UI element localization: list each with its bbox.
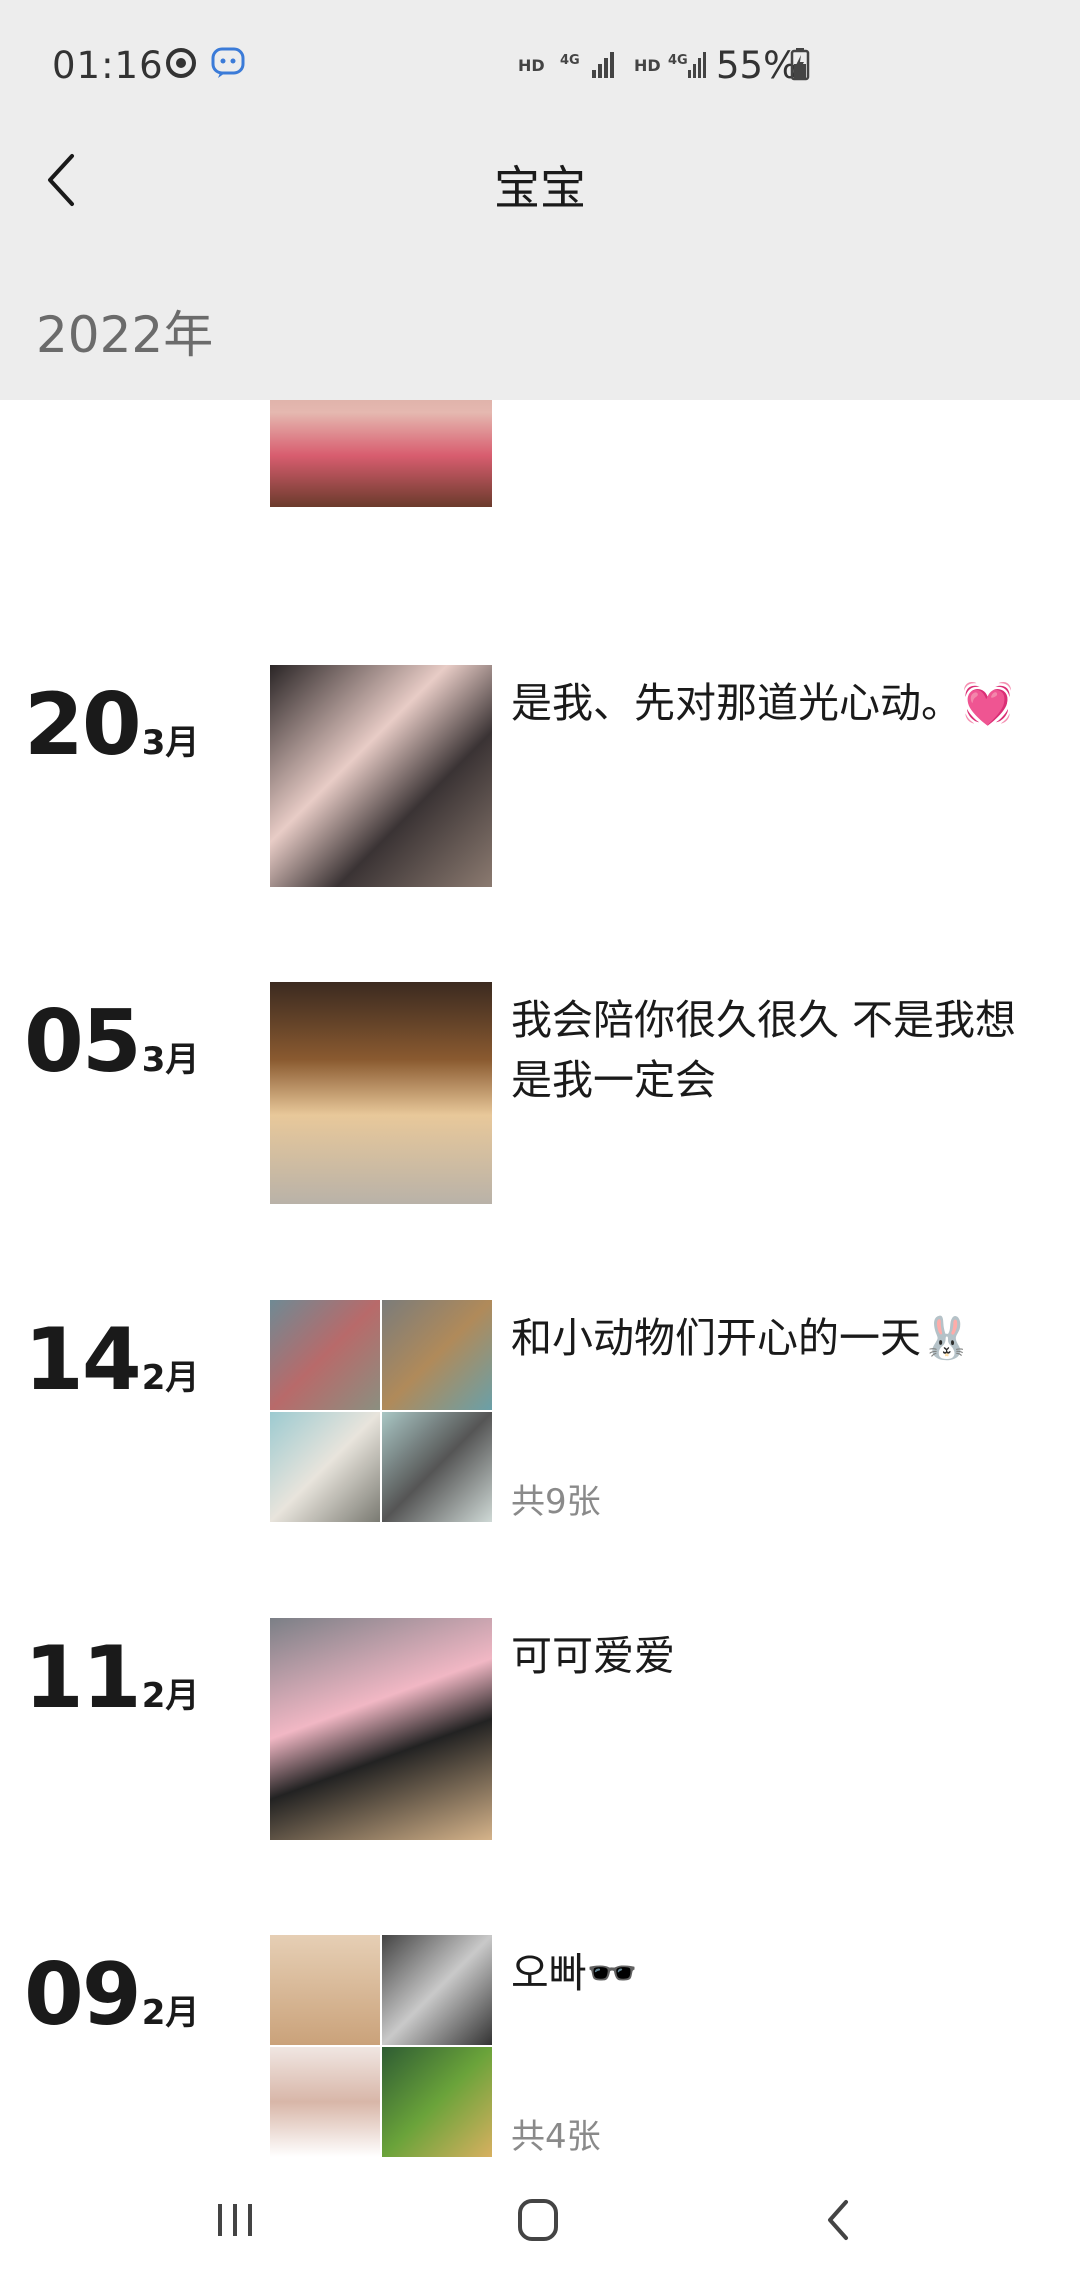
- entry-date: 053月: [24, 992, 199, 1092]
- entry-month: 3月: [141, 1040, 200, 1080]
- entry-month: 2月: [141, 1993, 200, 2033]
- recent-apps-icon: [218, 2204, 252, 2236]
- entry-day: 14: [24, 1310, 142, 1410]
- entry-photo[interactable]: [382, 1412, 492, 1522]
- entry-date: 142月: [24, 1310, 199, 1410]
- entry-caption: 和小动物们开心的一天🐰: [511, 1314, 973, 1362]
- recent-apps-button[interactable]: [205, 2190, 265, 2250]
- status-bar: 01:16 HD 4G HD 4G 55%: [0, 0, 1080, 130]
- system-nav-bar: [0, 2160, 1080, 2280]
- entry-month: 2月: [141, 1358, 200, 1398]
- top-header: 01:16 HD 4G HD 4G 55% 宝宝 2022年: [0, 0, 1080, 400]
- entry-photo[interactable]: [270, 982, 492, 1204]
- entry-caption: 可可爱爱: [511, 1632, 675, 1680]
- svg-text:4G: 4G: [560, 53, 580, 68]
- status-time: 01:16: [52, 44, 164, 87]
- entry-photo[interactable]: [270, 2047, 380, 2157]
- page-title: 宝宝: [494, 161, 586, 215]
- battery-percent: 55%: [716, 44, 799, 87]
- entry-caption: 오빠🕶️: [511, 1949, 638, 1997]
- entry-photo[interactable]: [382, 2047, 492, 2157]
- netease-music-icon: [164, 46, 198, 84]
- moment-entry[interactable]: 142月 和小动物们开心的一天🐰 共9张: [0, 1300, 1080, 1540]
- moment-entry[interactable]: 053月 我会陪你很久很久 不是我想 是我一定会: [0, 982, 1080, 1222]
- entry-day: 09: [24, 1945, 142, 2045]
- entry-caption: 我会陪你很久很久 不是我想 是我一定会: [511, 996, 1017, 1104]
- nav-back-button[interactable]: [810, 2190, 870, 2250]
- moment-entry[interactable]: 112月 可可爱爱: [0, 1618, 1080, 1858]
- battery-charging-icon: [790, 46, 810, 86]
- entry-day: 11: [24, 1628, 142, 1728]
- entry-photo[interactable]: [270, 1412, 380, 1522]
- moment-entry[interactable]: 092月 오빠🕶️ 共4张: [0, 1935, 1080, 2175]
- home-icon: [518, 2199, 558, 2241]
- year-label: 2022年: [36, 306, 214, 364]
- entry-photo[interactable]: [270, 665, 492, 887]
- photo-count: 共4张: [511, 2117, 601, 2157]
- entry-date: 112月: [24, 1628, 199, 1728]
- entry-date: 203月: [24, 675, 199, 775]
- entry-month: 2月: [141, 1676, 200, 1716]
- entry-photo[interactable]: [382, 1935, 492, 2045]
- entry-day: 05: [24, 992, 142, 1092]
- svg-text:HD: HD: [634, 56, 661, 75]
- svg-text:4G: 4G: [668, 53, 688, 68]
- entry-photo-grid[interactable]: [270, 1935, 492, 2157]
- entry-photo[interactable]: [382, 1300, 492, 1410]
- home-button[interactable]: [508, 2190, 568, 2250]
- entry-month: 3月: [141, 723, 200, 763]
- svg-text:HD: HD: [518, 56, 545, 75]
- entry-day: 20: [24, 675, 142, 775]
- entry-photo[interactable]: [270, 1935, 380, 2045]
- back-icon: [828, 2200, 848, 2240]
- entry-photo[interactable]: [270, 1300, 380, 1410]
- entry-photo-grid[interactable]: [270, 1300, 492, 1522]
- entry-caption: 是我、先对那道光心动。💓: [511, 679, 1014, 727]
- chat-bot-icon: [210, 46, 246, 84]
- signal-icon: HD 4G HD 4G: [518, 46, 708, 86]
- entry-photo[interactable]: [270, 1618, 492, 1840]
- moment-entry[interactable]: 203月 是我、先对那道光心动。💓: [0, 665, 1080, 905]
- entry-date: 092月: [24, 1945, 199, 2045]
- photo-count: 共9张: [511, 1482, 601, 1522]
